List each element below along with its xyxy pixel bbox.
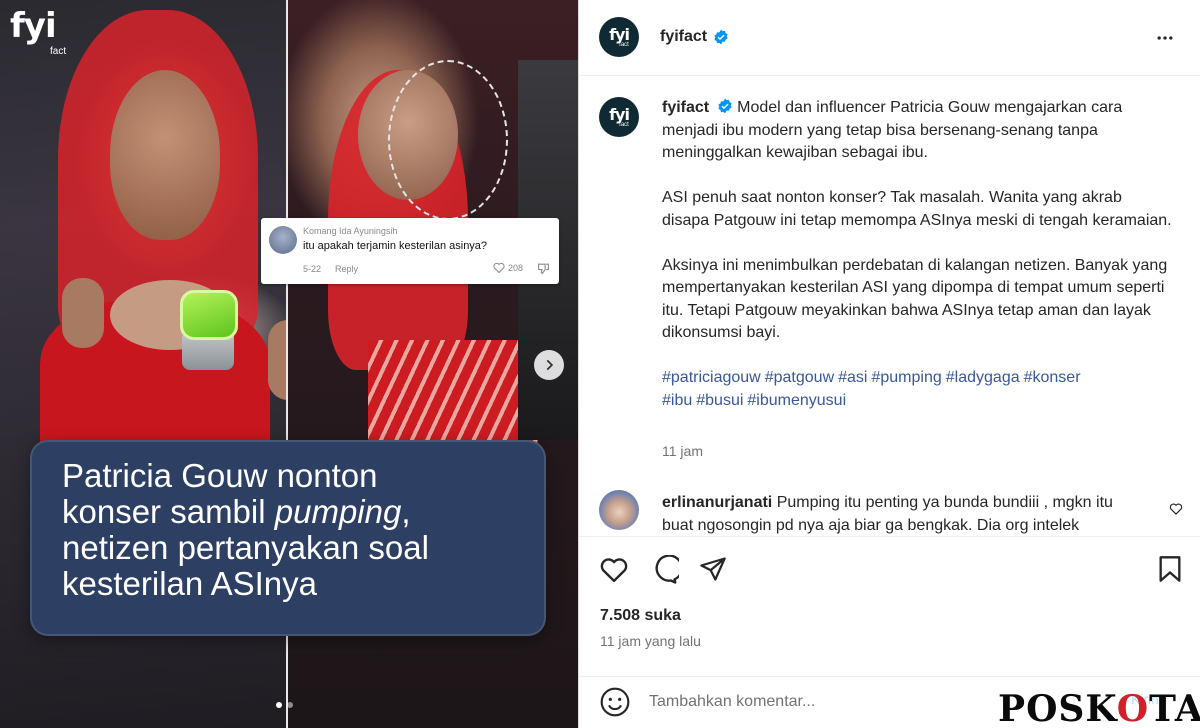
post-media-carousel[interactable]: fyi fact Komang Ida Ayuningsih itu apaka… (0, 0, 578, 728)
heart-outline-icon (493, 262, 505, 273)
tiktok-comment-card: Komang Ida Ayuningsih itu apakah terjami… (261, 218, 559, 284)
hashtag-link[interactable]: #konser (1024, 369, 1081, 386)
comment-like-count: 208 (493, 262, 523, 273)
caption-username-link[interactable]: fyifact (662, 99, 709, 116)
caption-paragraph-3: Aksinya ini menimbulkan perdebatan di ka… (662, 256, 1168, 342)
hashtag-link[interactable]: #patriciagouw (662, 369, 761, 386)
comment-username-link[interactable]: erlinanurjanati (662, 494, 772, 511)
hashtag-link[interactable]: #ibu (662, 392, 692, 409)
avatar[interactable]: fyi fact (599, 17, 639, 57)
headline-overlay: Patricia Gouw nonton konser sambil pumpi… (30, 440, 546, 636)
comment-author: Komang Ida Ayuningsih (303, 226, 398, 236)
chevron-right-icon (546, 359, 554, 371)
hashtag-link[interactable]: #pumping (871, 369, 941, 386)
comment-date: 5-22 (303, 264, 322, 274)
comment-input[interactable] (649, 687, 1029, 717)
hashtag-link[interactable]: #patgouw (765, 369, 834, 386)
hashtag-link[interactable]: #ladygaga (946, 369, 1020, 386)
caption-timestamp: 11 jam (662, 443, 703, 459)
carousel-next-button[interactable] (534, 350, 564, 380)
fyi-logo: fyi fact (10, 6, 67, 57)
comment-item: erlinanurjanati Pumping itu penting ya b… (579, 488, 1200, 536)
carousel-dot[interactable] (287, 702, 293, 708)
hashtag-list: #patriciagouw #patgouw #asi #pumping #ladyga… (662, 367, 1172, 412)
comment-bubble-icon[interactable] (649, 555, 679, 585)
hashtag-link[interactable]: #asi (838, 369, 867, 386)
avatar (269, 226, 297, 254)
comment-text: itu apakah terjamin kesterilan asinya? (303, 240, 488, 252)
header-username-link[interactable]: fyifact (660, 28, 707, 46)
caption-paragraph-2: ASI penuh saat nonton konser? Tak masala… (662, 189, 1172, 229)
comment-like-icon[interactable] (1169, 502, 1183, 515)
caption-section: fyi fact fyifact Model dan influencer Pat… (579, 77, 1200, 477)
hashtag-link[interactable]: #ibumenyusui (747, 392, 846, 409)
dislike-icon (538, 263, 549, 275)
post-actions: 7.508 suka 11 jam yang lalu (579, 536, 1200, 676)
share-send-icon[interactable] (699, 555, 727, 583)
carousel-dots (276, 702, 293, 708)
post-timestamp: 11 jam yang lalu (600, 633, 701, 649)
verified-badge-icon (718, 98, 732, 114)
hashtag-link[interactable]: #busui (696, 392, 743, 409)
emoji-icon[interactable] (599, 686, 631, 718)
post-panel: fyi fact fyifact fyi fact fyifact Model d… (578, 0, 1200, 728)
comment-reply-label: Reply (335, 264, 359, 274)
verified-badge-icon (714, 29, 728, 45)
bookmark-icon[interactable] (1157, 555, 1183, 583)
carousel-dot-active[interactable] (276, 702, 282, 708)
post-header: fyi fact fyifact (579, 0, 1200, 76)
avatar[interactable]: fyi fact (599, 97, 639, 137)
avatar[interactable] (599, 490, 639, 530)
comment-body: erlinanurjanati Pumping itu penting ya b… (662, 492, 1142, 536)
like-heart-icon[interactable] (599, 555, 629, 583)
like-count[interactable]: 7.508 suka (600, 607, 681, 625)
poskota-watermark-logo: POSKOTA (998, 688, 1200, 728)
headline-text: Patricia Gouw nonton konser sambil pumpi… (62, 457, 429, 602)
more-options-icon[interactable] (1155, 28, 1175, 48)
caption-text: fyifact Model dan influencer Patricia Gou… (662, 97, 1172, 435)
